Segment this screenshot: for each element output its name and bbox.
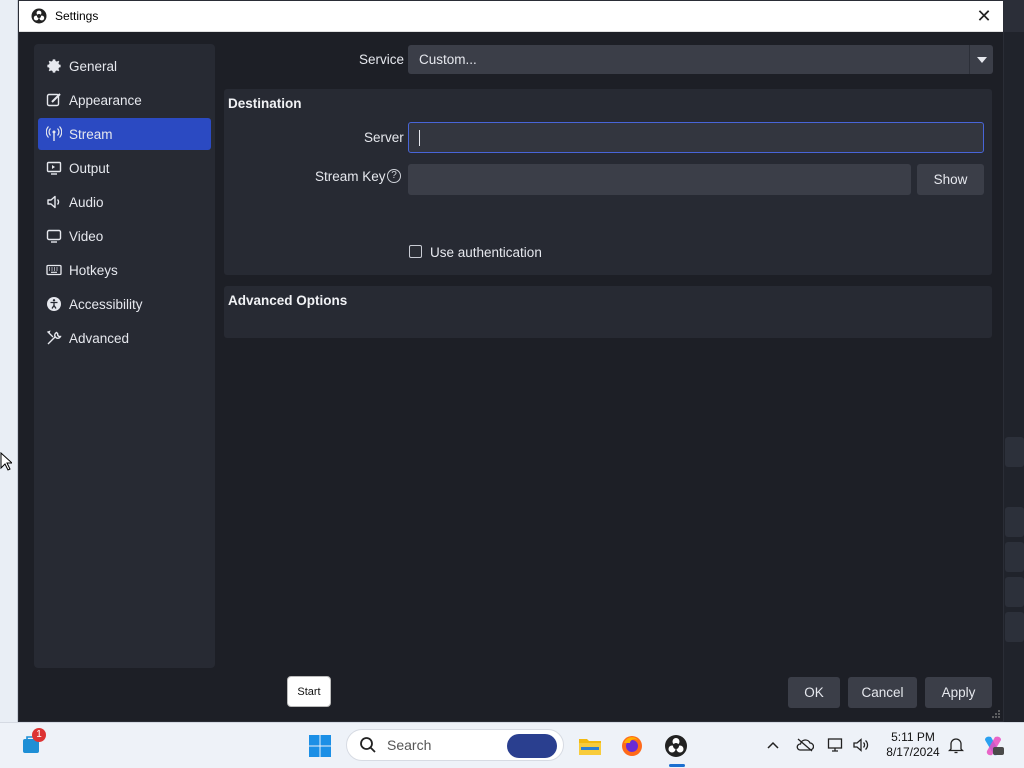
- wrench-icon: [46, 330, 62, 346]
- accessibility-icon: [46, 296, 62, 312]
- file-explorer-icon[interactable]: [576, 732, 604, 760]
- sidebar-item-label: Advanced: [69, 330, 130, 346]
- clock-date: 8/17/2024: [886, 745, 940, 759]
- service-value: Custom...: [419, 52, 477, 67]
- gear-icon: [46, 58, 62, 74]
- server-input[interactable]: [408, 122, 984, 153]
- volume-icon[interactable]: [851, 735, 871, 755]
- apply-button[interactable]: Apply: [925, 677, 992, 708]
- sidebar-item-label: Output: [69, 160, 110, 176]
- background-panel-button: [1005, 507, 1024, 537]
- sidebar-item-label: Stream: [69, 126, 113, 142]
- advanced-options-title: Advanced Options: [228, 293, 348, 308]
- background-panel-button: [1005, 612, 1024, 642]
- obs-app-icon[interactable]: [662, 732, 690, 760]
- sidebar-item-stream[interactable]: Stream: [38, 118, 211, 150]
- search-highlight-image: [507, 734, 557, 758]
- active-app-indicator: [669, 764, 685, 767]
- chevron-up-icon[interactable]: [764, 736, 782, 754]
- background-panel-button: [1005, 542, 1024, 572]
- windows-start-icon[interactable]: [306, 732, 334, 760]
- sidebar-item-audio[interactable]: Audio: [38, 186, 211, 218]
- background-app-right-edge: [1002, 32, 1024, 722]
- show-key-button[interactable]: Show: [917, 164, 984, 195]
- search-placeholder: Search: [387, 737, 432, 753]
- keyboard-icon: [46, 262, 62, 278]
- destination-title: Destination: [228, 96, 302, 111]
- sidebar-item-label: Audio: [69, 194, 104, 210]
- service-label: Service: [359, 52, 405, 67]
- taskbar-search-box[interactable]: Search: [346, 729, 564, 761]
- resize-grip-icon[interactable]: [991, 709, 1001, 719]
- sidebar-item-label: General: [69, 58, 118, 74]
- notification-badge: 1: [32, 728, 46, 742]
- chevron-down-icon[interactable]: [969, 45, 993, 74]
- clock-time: 5:11 PM: [891, 730, 935, 744]
- sidebar-item-label: Video: [69, 228, 104, 244]
- sidebar-item-general[interactable]: General: [38, 50, 211, 82]
- antenna-icon: [46, 126, 62, 142]
- search-icon: [360, 737, 376, 753]
- background-panel-button: [1005, 577, 1024, 607]
- start-overlay-button[interactable]: Start: [287, 676, 331, 707]
- monitor-icon: [46, 228, 62, 244]
- sidebar-item-label: Hotkeys: [69, 262, 118, 278]
- obs-logo-icon: [31, 8, 47, 24]
- background-app-left-edge: [0, 0, 18, 722]
- settings-dialog: Settings ✕ General Appearance Stream Out…: [18, 0, 1004, 722]
- close-icon[interactable]: ✕: [975, 7, 993, 25]
- copilot-icon[interactable]: [979, 732, 1007, 760]
- text-caret: [419, 130, 420, 146]
- taskbar: 1 Search 5:11 PM 8/17/2024: [0, 722, 1024, 768]
- brush-icon: [46, 92, 62, 108]
- sidebar-item-label: Accessibility: [69, 296, 143, 312]
- use-authentication-checkbox[interactable]: [409, 245, 422, 258]
- cloud-offline-icon[interactable]: [795, 735, 815, 755]
- output-icon: [46, 160, 62, 176]
- sidebar-item-accessibility[interactable]: Accessibility: [38, 288, 211, 320]
- advanced-options-group[interactable]: Advanced Options: [224, 286, 992, 338]
- sidebar-item-output[interactable]: Output: [38, 152, 211, 184]
- title-bar: Settings ✕: [19, 1, 1003, 32]
- speaker-icon: [46, 194, 62, 210]
- use-authentication-label: Use authentication: [430, 245, 542, 260]
- mouse-cursor-icon: [0, 452, 12, 471]
- sidebar-item-hotkeys[interactable]: Hotkeys: [38, 254, 211, 286]
- background-panel-button: [1005, 437, 1024, 467]
- stream-key-label: Stream Key: [315, 169, 386, 184]
- settings-sidebar: General Appearance Stream Output Audio V…: [34, 44, 215, 668]
- sidebar-item-video[interactable]: Video: [38, 220, 211, 252]
- stream-key-input[interactable]: [408, 164, 911, 195]
- service-dropdown[interactable]: Custom...: [408, 45, 993, 74]
- server-label: Server: [364, 130, 404, 145]
- sidebar-item-appearance[interactable]: Appearance: [38, 84, 211, 116]
- ok-button[interactable]: OK: [788, 677, 840, 708]
- notification-bell-icon[interactable]: [946, 735, 966, 755]
- system-clock[interactable]: 5:11 PM 8/17/2024: [876, 730, 950, 760]
- sidebar-item-advanced[interactable]: Advanced: [38, 322, 211, 354]
- cancel-button[interactable]: Cancel: [848, 677, 917, 708]
- network-icon[interactable]: [826, 735, 846, 755]
- help-icon[interactable]: ?: [387, 169, 401, 183]
- firefox-icon[interactable]: [618, 732, 646, 760]
- sidebar-item-label: Appearance: [69, 92, 142, 108]
- window-title: Settings: [55, 9, 99, 23]
